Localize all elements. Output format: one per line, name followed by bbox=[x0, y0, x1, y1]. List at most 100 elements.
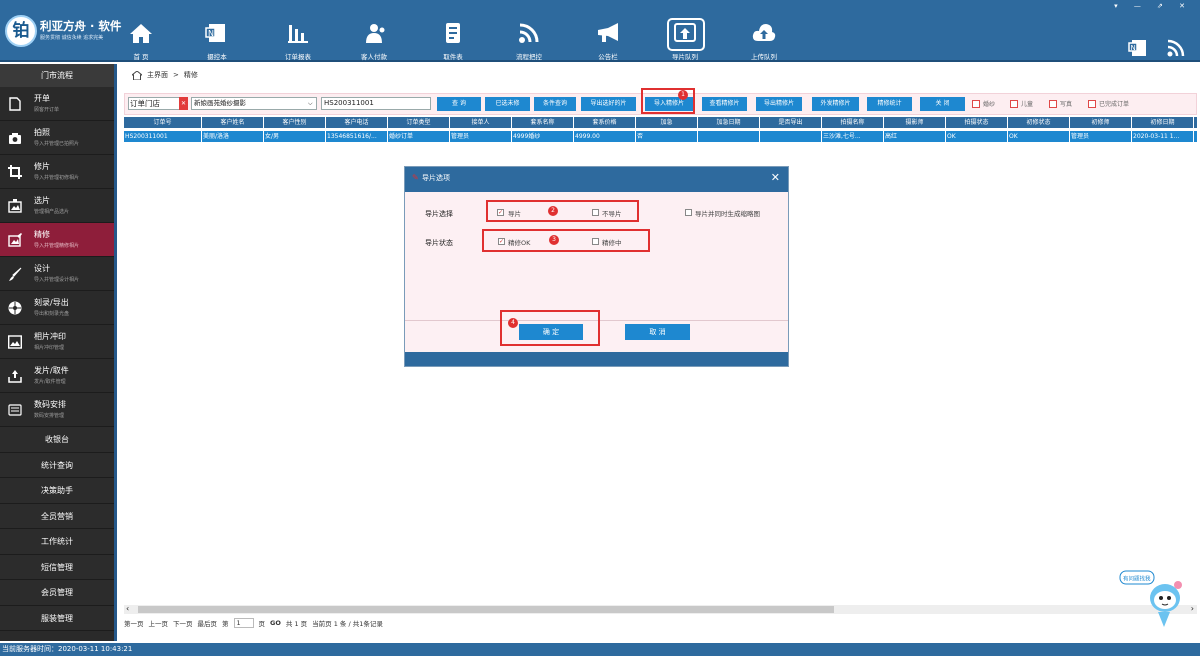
column-header[interactable]: 套系价格 bbox=[574, 117, 636, 128]
sidebar-item-3[interactable]: 选片 管理相产品选片 bbox=[0, 189, 114, 223]
breadcrumb-home[interactable]: 主界面 bbox=[147, 70, 168, 80]
svg-text:N: N bbox=[208, 29, 214, 38]
outsource-retouch-button[interactable]: 外发精修片 bbox=[812, 97, 859, 111]
nav-upload-queue[interactable]: 导片队列 bbox=[650, 8, 720, 61]
column-header[interactable]: 加急 bbox=[636, 117, 698, 128]
sidebar-item-title: 设计 bbox=[34, 264, 50, 273]
sidebar-item-9[interactable]: 数码安排 数码安排管理 bbox=[0, 393, 114, 427]
sidebar-module-7[interactable]: 服装管理 bbox=[0, 605, 114, 631]
total-pages: 共 1 页 bbox=[285, 620, 308, 628]
nav-pickup-list[interactable]: 取件表 bbox=[418, 8, 488, 61]
column-header[interactable]: 初修日期 bbox=[1132, 117, 1194, 128]
nav-home[interactable]: 首 页 bbox=[106, 8, 176, 61]
order-number-input[interactable]: HS200311001 bbox=[321, 97, 431, 110]
column-header[interactable]: 接单人 bbox=[450, 117, 512, 128]
children-checkbox-label: 儿童 bbox=[1021, 101, 1034, 108]
home-icon bbox=[130, 24, 152, 43]
column-header[interactable]: 是否导出 bbox=[760, 117, 822, 128]
nav-customer-payment[interactable]: 客人付款 bbox=[339, 8, 409, 61]
retouch-stats-button[interactable]: 精修统计 bbox=[867, 97, 912, 111]
last-page-link[interactable]: 最后页 bbox=[198, 618, 218, 628]
cancel-button[interactable]: 取 消 bbox=[625, 324, 690, 340]
store-select[interactable]: 订单门店 bbox=[128, 97, 183, 110]
next-page-link[interactable]: 下一页 bbox=[173, 618, 193, 628]
sidebar-item-0[interactable]: 开单 顾客开订单 bbox=[0, 87, 114, 121]
page-number-input[interactable]: 1 bbox=[233, 618, 254, 628]
disc-icon bbox=[8, 301, 22, 315]
studio-select[interactable]: 新娘画苑婚纱摄影 bbox=[191, 97, 317, 110]
table-cell: 婚纱订单 bbox=[388, 131, 450, 142]
scroll-left-icon[interactable]: ‹ bbox=[126, 604, 129, 613]
dialog-footer bbox=[405, 352, 788, 366]
column-header[interactable]: 套系名称 bbox=[512, 117, 574, 128]
go-button[interactable]: GO bbox=[270, 619, 281, 627]
no-import-checkbox[interactable] bbox=[592, 209, 599, 216]
children-checkbox[interactable] bbox=[1010, 100, 1018, 108]
sidebar-item-1[interactable]: 拍照 导入并管理已拍照片 bbox=[0, 121, 114, 155]
column-header[interactable]: 订单号 bbox=[124, 117, 202, 128]
column-header[interactable]: 摄影师 bbox=[884, 117, 946, 128]
column-header[interactable]: 拍摄名称 bbox=[822, 117, 884, 128]
help-mascot[interactable]: 有问题找我 bbox=[1118, 568, 1192, 628]
clear-store-icon[interactable]: ✕ bbox=[179, 97, 188, 110]
sidebar-item-title: 选片 bbox=[34, 196, 50, 205]
column-header[interactable]: 初修师 bbox=[1070, 117, 1132, 128]
table-cell: 管理员 bbox=[1070, 131, 1132, 142]
table-cell: OK bbox=[946, 131, 1008, 142]
confirm-button[interactable]: 确 定 bbox=[519, 324, 583, 340]
column-header[interactable]: 初修状态 bbox=[1008, 117, 1070, 128]
sidebar-item-5[interactable]: 设计 导入并管理设计相片 bbox=[0, 257, 114, 291]
close-icon[interactable]: ✕ bbox=[771, 171, 780, 184]
selected-unretouched-button[interactable]: 已选未修 bbox=[485, 97, 530, 111]
export-selected-button[interactable]: 导出选好的片 bbox=[581, 97, 636, 111]
search-button[interactable]: 查 询 bbox=[437, 97, 481, 111]
view-retouched-button[interactable]: 查看精修片 bbox=[702, 97, 747, 111]
sidebar-module-3[interactable]: 全员营销 bbox=[0, 503, 114, 529]
mascot-bubble: 有问题找我 bbox=[1123, 575, 1151, 583]
nav-cloud-upload[interactable]: 上传队列 bbox=[729, 8, 799, 61]
sidebar-module-0[interactable]: 收银台 bbox=[0, 427, 114, 453]
column-header[interactable]: 客户姓名 bbox=[202, 117, 264, 128]
sidebar-item-2[interactable]: 修片 导入并管理初修相片 bbox=[0, 155, 114, 189]
sidebar-module-2[interactable]: 决策助手 bbox=[0, 478, 114, 504]
first-page-link[interactable]: 第一页 bbox=[124, 618, 144, 628]
thumbnail-checkbox[interactable] bbox=[685, 209, 692, 216]
export-retouched-button[interactable]: 导出精修片 bbox=[756, 97, 802, 111]
column-header[interactable]: 加急日期 bbox=[698, 117, 760, 128]
nav-flow-control[interactable]: 流程把控 bbox=[494, 8, 564, 61]
sidebar-item-6[interactable]: 刻录/导出 导出和刻录光盘 bbox=[0, 291, 114, 325]
top-navigation-bar: 铂 利亚方舟 · 软件 服务贯彻 诚信永续 追求完美 首 页 N 摄控本 订单报… bbox=[0, 0, 1200, 62]
wedding-checkbox[interactable] bbox=[972, 100, 980, 108]
table-row[interactable]: HS200311001 美丽/洛洛 女/男 13546851616/... 婚纱订单 管理… bbox=[124, 131, 1197, 142]
retouch-ok-checkbox[interactable]: ✓ bbox=[498, 238, 505, 245]
horizontal-scrollbar[interactable]: ‹ › bbox=[124, 604, 1197, 614]
retouch-in-progress-checkbox[interactable] bbox=[592, 238, 599, 245]
nav-order-report[interactable]: 订单报表 bbox=[263, 8, 333, 61]
portrait-checkbox[interactable] bbox=[1049, 100, 1057, 108]
notebook-icon[interactable]: N bbox=[1128, 38, 1148, 58]
sidebar-item-subtitle: 相片冲印管理 bbox=[34, 345, 65, 351]
column-header[interactable]: 拍摄状态 bbox=[946, 117, 1008, 128]
sidebar-item-7[interactable]: 相片冲印 相片冲印管理 bbox=[0, 325, 114, 359]
close-button[interactable]: 关 闭 bbox=[920, 97, 965, 111]
condition-query-button[interactable]: 条件查询 bbox=[534, 97, 576, 111]
column-header[interactable]: 客户电话 bbox=[326, 117, 388, 128]
nav-bulletin[interactable]: 公告栏 bbox=[573, 8, 643, 61]
nav-camera-book[interactable]: N 摄控本 bbox=[182, 8, 252, 61]
sidebar-item-4[interactable]: 精修 导入并管理精修相片 bbox=[0, 223, 114, 257]
import-checkbox[interactable]: ✓ bbox=[497, 209, 504, 216]
sidebar-module-6[interactable]: 会员管理 bbox=[0, 580, 114, 606]
sidebar-module-1[interactable]: 统计查询 bbox=[0, 452, 114, 478]
column-header[interactable]: 客户性别 bbox=[264, 117, 326, 128]
column-header[interactable]: 订单类型 bbox=[388, 117, 450, 128]
sidebar-module-4[interactable]: 工作统计 bbox=[0, 529, 114, 555]
sidebar-item-8[interactable]: 发片/取件 发片/取件管理 bbox=[0, 359, 114, 393]
scrollbar-thumb[interactable] bbox=[138, 606, 834, 613]
prev-page-link[interactable]: 上一页 bbox=[149, 618, 169, 628]
home-icon[interactable] bbox=[132, 70, 142, 80]
chevron-down-icon[interactable]: ⌵ bbox=[308, 97, 313, 110]
wifi-signal-icon[interactable] bbox=[1166, 38, 1186, 58]
completed-orders-checkbox[interactable] bbox=[1088, 100, 1096, 108]
sidebar-module-5[interactable]: 短信管理 bbox=[0, 554, 114, 580]
window-controls[interactable]: ▾ — ⇗ ✕ bbox=[1114, 2, 1192, 10]
